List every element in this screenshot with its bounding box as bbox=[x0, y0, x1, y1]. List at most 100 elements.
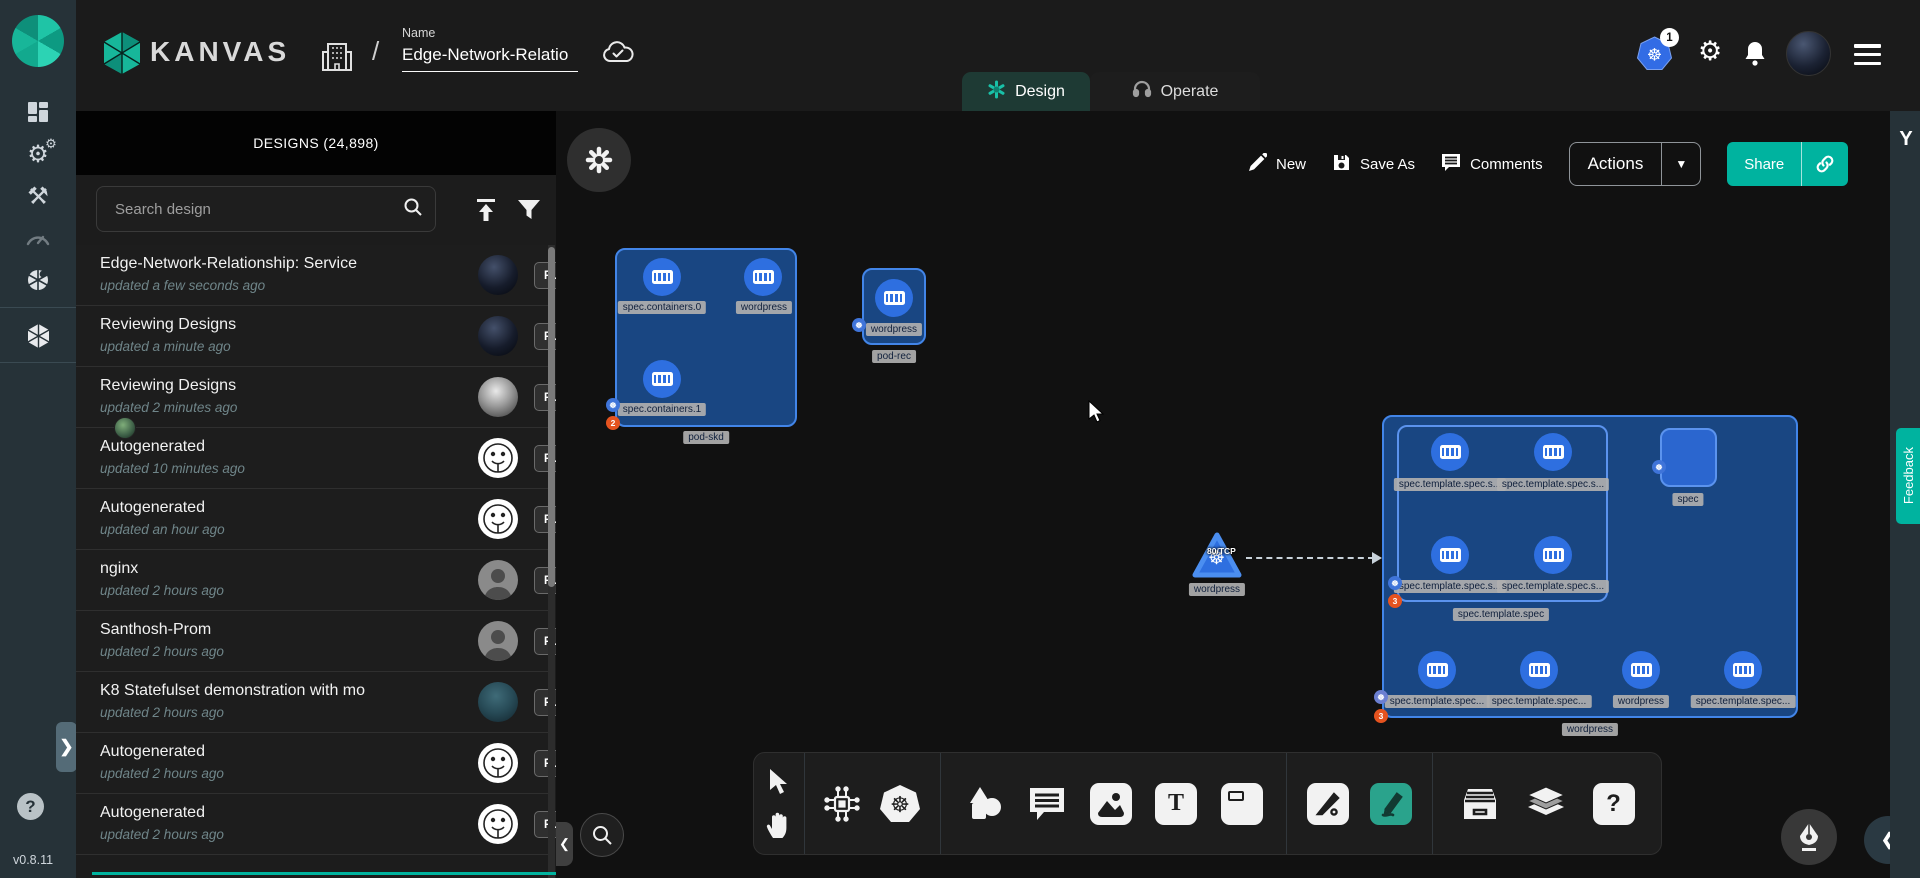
design-list-item[interactable]: Santhosh-Prom updated 2 hours ago PUBLIC bbox=[76, 611, 548, 672]
sidebar-item-kanvas[interactable] bbox=[0, 314, 76, 356]
share-button[interactable]: Share bbox=[1727, 142, 1848, 186]
help-button[interactable]: ? bbox=[17, 793, 44, 820]
node-container[interactable] bbox=[1418, 651, 1456, 689]
design-updated: updated 10 minutes ago bbox=[100, 461, 245, 476]
archive-drawer-tool[interactable] bbox=[1460, 786, 1500, 822]
node-label: pod-skd bbox=[683, 431, 729, 444]
design-name-input[interactable] bbox=[402, 43, 578, 72]
design-annotation-fab[interactable] bbox=[1781, 809, 1837, 865]
node-container[interactable] bbox=[1534, 433, 1572, 471]
edge-service-to-deployment[interactable] bbox=[1246, 557, 1374, 559]
design-list-item[interactable]: Reviewing Designs updated a minute ago P… bbox=[76, 306, 548, 367]
tab-operate[interactable]: Operate bbox=[1090, 72, 1260, 111]
k8s-badge: ☸ bbox=[1374, 690, 1388, 704]
settings-gear-icon[interactable]: ⚙ bbox=[1698, 36, 1722, 67]
tab-design[interactable]: Design bbox=[962, 72, 1090, 111]
help-tool[interactable]: ? bbox=[1593, 783, 1635, 825]
pen-path-tool[interactable] bbox=[1307, 783, 1349, 825]
user-avatar[interactable] bbox=[1786, 31, 1831, 76]
node-container[interactable] bbox=[1431, 433, 1469, 471]
node-spec[interactable] bbox=[1660, 428, 1717, 487]
node-container[interactable] bbox=[875, 279, 913, 317]
new-button[interactable]: New bbox=[1248, 153, 1306, 176]
design-owner-avatar bbox=[478, 377, 518, 417]
layers-tool[interactable] bbox=[1526, 785, 1566, 823]
design-owner-avatar bbox=[478, 682, 518, 722]
design-updated: updated a minute ago bbox=[100, 339, 231, 354]
notifications-bell-icon[interactable] bbox=[1742, 39, 1768, 72]
node-container[interactable] bbox=[1622, 651, 1660, 689]
node-container[interactable] bbox=[643, 258, 681, 296]
search-icon[interactable] bbox=[403, 197, 423, 222]
designs-scrollbar-thumb[interactable] bbox=[548, 247, 555, 587]
save-as-button[interactable]: Save As bbox=[1332, 153, 1415, 176]
design-search[interactable] bbox=[96, 186, 436, 232]
organization-icon[interactable] bbox=[322, 38, 352, 77]
design-list-item[interactable]: Edge-Network-Relationship: Service updat… bbox=[76, 245, 548, 306]
filter-icon[interactable] bbox=[517, 198, 541, 227]
operate-headset-icon bbox=[1132, 79, 1152, 104]
pan-hand-tool[interactable] bbox=[766, 811, 792, 839]
sidebar-expand-button[interactable]: ❯ bbox=[56, 722, 77, 772]
kubernetes-tool[interactable]: ☸ bbox=[879, 784, 921, 824]
design-updated: updated 2 hours ago bbox=[100, 583, 224, 598]
brand-name: KANVAS bbox=[150, 36, 290, 68]
comments-button[interactable]: Comments bbox=[1441, 153, 1543, 176]
design-list-item[interactable]: Reviewing Designs updated 2 minutes ago … bbox=[76, 367, 548, 428]
context-count-badge: 1 bbox=[1660, 28, 1679, 47]
error-count-badge[interactable]: 3 bbox=[1374, 709, 1388, 723]
design-list-item[interactable]: K8 Statefulset demonstration with mo upd… bbox=[76, 672, 548, 733]
design-list-item[interactable]: nginx updated 2 hours ago PUBLIC bbox=[76, 550, 548, 611]
node-label: spec.template.spec... bbox=[1385, 695, 1490, 708]
tab-operate-label: Operate bbox=[1161, 83, 1219, 101]
meshery-logo[interactable] bbox=[12, 15, 64, 67]
design-updated: updated 2 minutes ago bbox=[100, 400, 237, 415]
comment-annotation-tool[interactable] bbox=[1028, 786, 1066, 822]
tab-design-label: Design bbox=[1015, 83, 1065, 101]
node-container[interactable] bbox=[1520, 651, 1558, 689]
copy-link-icon[interactable] bbox=[1802, 142, 1848, 186]
feedback-tab[interactable]: Feedback bbox=[1896, 428, 1920, 524]
node-container[interactable] bbox=[1724, 651, 1762, 689]
sidebar-item-extensions[interactable] bbox=[0, 259, 76, 301]
text-tool[interactable]: T bbox=[1155, 783, 1197, 825]
hierarchy-icon[interactable]: Y bbox=[1896, 128, 1916, 152]
save-as-label: Save As bbox=[1360, 156, 1415, 173]
design-list-item[interactable]: Autogenerated updated an hour ago PUBLIC bbox=[76, 489, 548, 550]
component-chip-tool[interactable] bbox=[824, 786, 860, 822]
import-design-icon[interactable] bbox=[473, 197, 499, 228]
node-container[interactable] bbox=[643, 360, 681, 398]
design-list-item[interactable]: Autogenerated updated 2 hours ago PUBLIC bbox=[76, 733, 548, 794]
design-owner-avatar bbox=[478, 743, 518, 783]
kanvas-logo-icon bbox=[102, 31, 142, 80]
shapes-tool[interactable] bbox=[965, 785, 1005, 823]
node-container[interactable] bbox=[1431, 536, 1469, 574]
design-name: Autogenerated bbox=[100, 438, 390, 456]
design-owner-avatar bbox=[478, 621, 518, 661]
sidebar-item-configuration[interactable]: ⚒ bbox=[0, 175, 76, 217]
node-pod-template[interactable] bbox=[1397, 425, 1608, 602]
design-name: K8 Statefulset demonstration with mo bbox=[100, 682, 390, 700]
sidebar-item-dashboard[interactable] bbox=[0, 91, 76, 133]
design-list-item[interactable]: Autogenerated updated 2 hours ago PUBLIC bbox=[76, 794, 548, 855]
sidebar-item-performance[interactable] bbox=[0, 217, 76, 259]
select-cursor-tool[interactable] bbox=[767, 768, 791, 796]
sidebar-item-lifecycle[interactable]: ⚙⚙ bbox=[0, 133, 76, 175]
container-icon bbox=[652, 372, 673, 386]
node-container[interactable] bbox=[744, 258, 782, 296]
svg-text:☸: ☸ bbox=[890, 792, 910, 817]
panel-collapse-button[interactable]: ❮ bbox=[556, 822, 573, 866]
zoom-control-button[interactable] bbox=[580, 813, 624, 857]
actions-caret-icon[interactable]: ▼ bbox=[1662, 143, 1700, 185]
image-tool[interactable] bbox=[1090, 783, 1132, 825]
design-search-input[interactable] bbox=[113, 200, 403, 219]
menu-hamburger-icon[interactable] bbox=[1854, 44, 1881, 65]
components-dock-button[interactable] bbox=[567, 128, 631, 192]
note-tool[interactable] bbox=[1221, 783, 1263, 825]
actions-button[interactable]: Actions ▼ bbox=[1569, 142, 1702, 186]
error-count-badge[interactable]: 3 bbox=[1388, 594, 1402, 608]
design-list-item[interactable]: Autogenerated updated 10 minutes ago PUB… bbox=[76, 428, 548, 489]
node-container[interactable] bbox=[1534, 536, 1572, 574]
freehand-draw-tool[interactable] bbox=[1370, 783, 1412, 825]
error-count-badge[interactable]: 2 bbox=[606, 416, 620, 430]
